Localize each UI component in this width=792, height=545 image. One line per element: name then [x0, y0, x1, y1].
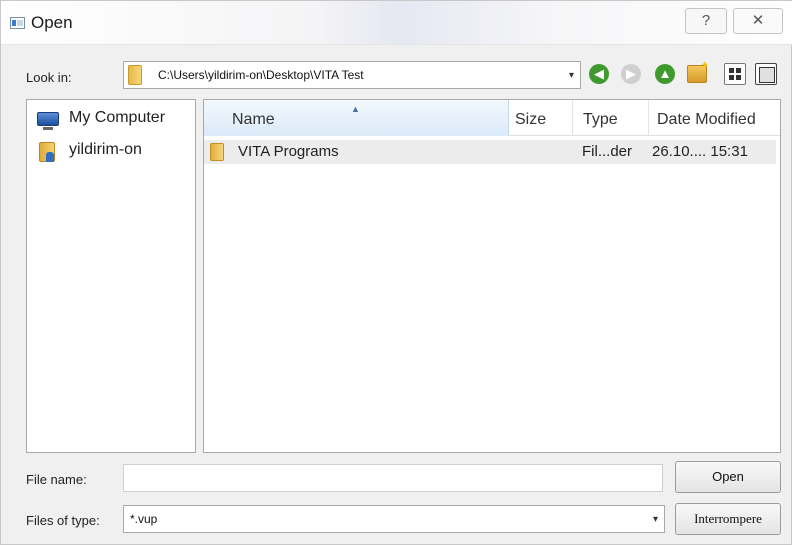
user-folder-icon	[39, 142, 55, 162]
parent-folder-icon[interactable]: ▲	[655, 64, 675, 84]
open-dialog: Open ? ✕ Look in: C:\Users\yildirim-on\D…	[0, 0, 792, 545]
path-value: C:\Users\yildirim-on\Desktop\VITA Test	[158, 68, 364, 82]
back-icon[interactable]: ◀	[589, 64, 609, 84]
column-header-date-modified[interactable]: Date Modified	[649, 100, 780, 136]
file-list: Name ▲ Size Type Date Modified VITA Prog…	[203, 99, 781, 453]
help-button[interactable]: ?	[685, 8, 727, 34]
dropdown-arrow-icon: ▾	[568, 70, 574, 81]
sidebar: My Computer yildirim-on	[26, 99, 196, 453]
column-header-type[interactable]: Type	[573, 100, 649, 136]
cancel-button[interactable]: Interrompere	[675, 503, 781, 535]
file-list-header: Name ▲ Size Type Date Modified	[204, 100, 780, 136]
close-button[interactable]: ✕	[733, 8, 783, 34]
table-row[interactable]: VITA Programs Fil...der 26.10.... 15:31	[204, 140, 776, 164]
sort-ascending-icon: ▲	[351, 104, 360, 114]
new-folder-icon[interactable]	[687, 60, 709, 83]
column-header-size[interactable]: Size	[509, 100, 573, 136]
computer-icon	[37, 112, 59, 130]
app-icon	[10, 17, 25, 29]
open-button[interactable]: Open	[675, 461, 781, 493]
file-date-cell: 26.10.... 15:31	[652, 143, 748, 160]
look-in-label: Look in:	[26, 70, 72, 85]
folder-icon	[210, 143, 224, 161]
look-in-combo[interactable]: C:\Users\yildirim-on\Desktop\VITA Test ▾	[123, 61, 581, 89]
title-bar: Open ? ✕	[1, 1, 792, 45]
files-of-type-combo[interactable]: *.vup ▾	[123, 505, 665, 533]
file-name-cell: VITA Programs	[238, 143, 339, 160]
folder-icon	[128, 65, 142, 85]
sidebar-item-label: My Computer	[69, 109, 166, 126]
file-name-input[interactable]	[123, 464, 663, 492]
sidebar-item-label: yildirim-on	[69, 141, 142, 158]
forward-icon[interactable]: ▶	[621, 64, 641, 84]
files-of-type-label: Files of type:	[26, 513, 100, 528]
dialog-title: Open	[31, 13, 73, 32]
sidebar-item-yildirim-on[interactable]: yildirim-on	[35, 139, 195, 163]
file-type-cell: Fil...der	[582, 143, 633, 160]
detail-view-icon[interactable]	[755, 63, 777, 85]
sidebar-item-my-computer[interactable]: My Computer	[35, 107, 195, 131]
file-name-label: File name:	[26, 472, 87, 487]
files-of-type-value: *.vup	[130, 512, 158, 526]
list-view-icon[interactable]	[724, 63, 746, 85]
dropdown-arrow-icon: ▾	[652, 514, 658, 525]
